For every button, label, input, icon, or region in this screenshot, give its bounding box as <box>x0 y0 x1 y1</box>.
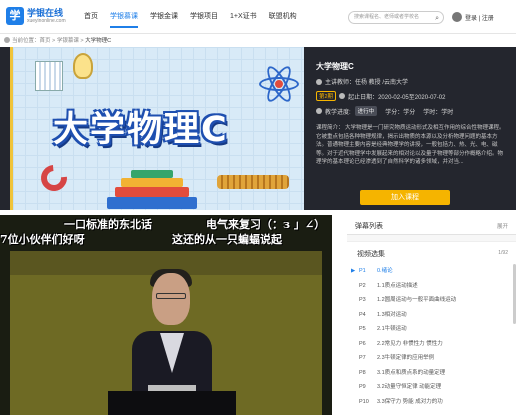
search-icon[interactable]: ⌕ <box>435 13 439 24</box>
nav-item-home[interactable]: 首页 <box>78 0 104 34</box>
login-area[interactable]: 登录 | 注册 <box>452 10 494 24</box>
playlist-rows: ▶ P1 0.绪论 P2 1.1质点运动描述 P3 1.2圆周运动与一般平面曲线运动 P… <box>347 264 516 409</box>
breadcrumb-home[interactable]: 首页 <box>40 38 51 44</box>
playlist-item[interactable]: P2 1.1质点运动描述 <box>347 279 516 294</box>
course-header: 大学物理C 大学物理C 主讲教师：任杨 教授 /云南大学 第2期 起止日期：20… <box>0 47 516 210</box>
play-icon: ▶ <box>351 268 356 274</box>
status-badge: 进行中 <box>354 106 378 116</box>
playlist-item[interactable]: P9 3.2动量守恒定律 动能定理 <box>347 380 516 395</box>
logo-mark-icon: 学 <box>6 7 24 25</box>
course-info-panel: 大学物理C 主讲教师：任杨 教授 /云南大学 第2期 起止日期：2020-02-… <box>316 61 508 170</box>
login-register-link[interactable]: 登录 | 注册 <box>465 13 494 22</box>
atom-nucleus <box>275 80 283 88</box>
playlist-count: 1/92 <box>498 250 508 256</box>
credit-text: 学分：学分 <box>385 109 416 116</box>
playlist-item[interactable]: P5 2.1牛顿运动 <box>347 322 516 337</box>
top-navigation-bar: 学 学银在线 xueyinonline.com 首页 学银慕课 学银金课 学银项… <box>0 0 516 34</box>
playlist-item[interactable]: P7 2.3牛顿定律的应用举例 <box>347 351 516 366</box>
danmaku-list-header[interactable]: 弹幕列表 展开 <box>347 215 516 235</box>
site-logo[interactable]: 学 学银在线 xueyinonline.com <box>6 6 66 28</box>
user-avatar-icon <box>452 12 462 22</box>
course-description: 课程简介： 大学物理是一门研究物质运动形式及相互作用的综合性物理课程。它被重点包… <box>316 125 505 165</box>
podium <box>108 391 236 415</box>
nav-item-gold-course[interactable]: 学银金课 <box>144 0 184 34</box>
playlist-item[interactable]: P8 3.1质点和质点系的动量定理 <box>347 366 516 381</box>
banner-bulb-illustration <box>73 53 93 79</box>
episode-playlist: 视频选集 1/92 ▶ P1 0.绪论 P2 1.1质点运动描述 P3 1.2圆周运动与… <box>347 241 516 415</box>
nav-item-mooc[interactable]: 学银慕课 <box>104 0 144 34</box>
danmaku-comment: 一口标准的东北话 <box>64 218 152 231</box>
breadcrumb: 当前位置：首页 > 学银慕课 > 大学物理C <box>4 36 111 46</box>
expand-link[interactable]: 展开 <box>497 222 508 230</box>
breadcrumb-current: 大学物理C <box>85 38 112 44</box>
atom-icon <box>259 63 299 105</box>
session-selector[interactable]: 第2期 <box>316 91 337 101</box>
lecturer-head <box>152 273 190 325</box>
main-nav: 首页 学银慕课 学银金课 学银项目 1+X证书 联盟机构 <box>78 0 303 34</box>
danmaku-list-title: 弹幕列表 <box>355 223 383 230</box>
teacher-row: 主讲教师：任杨 教授 /云南大学 <box>316 77 508 86</box>
books-illustration <box>107 165 197 209</box>
progress-label: 教学进度: <box>325 109 351 116</box>
lecturer-glasses <box>156 293 186 299</box>
video-player[interactable]: 一口标准的东北话 电气来复习（：з 」∠） 7位小伙伴们好呀 这还的从一只蝙蝠说… <box>0 215 332 415</box>
nav-item-projects[interactable]: 学银项目 <box>184 0 224 34</box>
playlist-item[interactable]: P3 1.2圆周运动与一般平面曲线运动 <box>347 293 516 308</box>
playlist-title: 视频选集 <box>357 251 385 258</box>
breadcrumb-prefix: 当前位置： <box>12 38 40 44</box>
hours-text: 学时：学时 <box>423 109 454 116</box>
spring-illustration <box>217 175 289 189</box>
book-shape <box>107 197 197 209</box>
playlist-item[interactable]: ▶ P1 0.绪论 <box>347 264 516 279</box>
playlist-item[interactable]: P6 2.2常见力 非惯性力 惯性力 <box>347 337 516 352</box>
search-placeholder: 搜索课程名、老师或者学校名 <box>354 14 420 20</box>
nav-item-alliance[interactable]: 联盟机构 <box>263 0 303 34</box>
playlist-item[interactable]: P4 1.3相对运动 <box>347 308 516 323</box>
video-sidebar: 弹幕列表 展开 视频选集 1/92 ▶ P1 0.绪论 P2 1.1质点运动描述 P3… <box>347 215 516 415</box>
danmaku-comment: 7位小伙伴们好呀 <box>0 233 85 246</box>
nav-item-certificate[interactable]: 1+X证书 <box>224 0 263 34</box>
location-icon <box>4 37 10 43</box>
book-shape <box>131 170 173 178</box>
book-shape <box>121 178 183 187</box>
enroll-button[interactable]: 加入课程 <box>360 190 450 205</box>
book-shape <box>115 187 189 197</box>
danmaku-comment: 电气来复习（：з 」∠） <box>206 218 326 231</box>
danmaku-comment: 这还的从一只蝙蝠说起 <box>172 233 282 246</box>
teacher-icon <box>316 78 322 85</box>
progress-row: 教学进度: 进行中 学分：学分 学时：学时 <box>316 106 508 116</box>
playlist-item[interactable]: P10 3.3保守力 势能 成对力的功 <box>347 395 516 410</box>
banner-title: 大学物理C <box>53 110 229 150</box>
calendar-icon <box>339 93 346 99</box>
teacher-text: 主讲教师：任杨 教授 /云南大学 <box>325 80 409 86</box>
period-text: 起止日期：2020-02-05至2020-07-02 <box>348 94 446 101</box>
progress-icon <box>316 108 322 114</box>
course-title: 大学物理C <box>316 62 354 71</box>
breadcrumb-section[interactable]: 学银慕课 <box>57 38 79 44</box>
search-input[interactable]: 搜索课程名、老师或者学校名 ⌕ <box>348 11 444 24</box>
logo-domain: xueyinonline.com <box>27 18 66 24</box>
session-row: 第2期 起止日期：2020-02-05至2020-07-02 <box>316 91 508 101</box>
banner-ruler-illustration <box>35 61 63 91</box>
course-banner-image: 大学物理C <box>10 47 304 210</box>
